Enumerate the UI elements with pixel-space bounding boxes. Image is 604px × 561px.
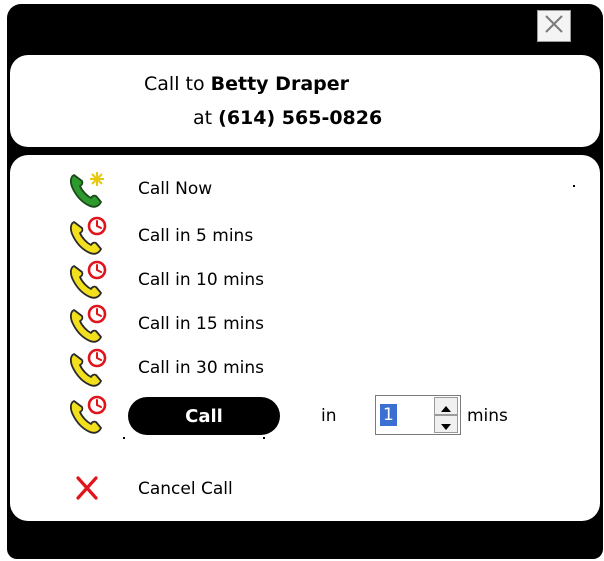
close-button[interactable] xyxy=(537,10,571,42)
call-in-5-label: Call in 5 mins xyxy=(138,226,254,246)
increment-button[interactable] xyxy=(434,397,458,415)
phone-clock-icon xyxy=(68,304,108,344)
caret-down-icon xyxy=(441,415,451,434)
call-options-panel: Call Now Call in 5 mins Call in 10 mins … xyxy=(10,155,600,521)
call-dialog-window: Call to Betty Draper at (614) 565-0826 C… xyxy=(7,4,603,559)
cancel-x-icon xyxy=(68,469,108,509)
call-to-prefix: Call to xyxy=(144,73,205,95)
in-label: in xyxy=(321,406,337,426)
call-in-10-item[interactable]: Call in 10 mins xyxy=(68,260,368,300)
cancel-call-label: Cancel Call xyxy=(138,479,233,499)
call-in-10-label: Call in 10 mins xyxy=(138,270,264,290)
minutes-stepper[interactable]: 1 xyxy=(375,395,461,435)
phone-clock-icon xyxy=(68,348,108,388)
mins-label: mins xyxy=(467,406,508,426)
stray-dot xyxy=(263,437,265,439)
at-prefix: at xyxy=(193,107,213,129)
stray-dot xyxy=(123,437,125,439)
call-to-line: Call to Betty Draper xyxy=(144,73,349,95)
minutes-value[interactable]: 1 xyxy=(380,404,397,426)
call-in-30-item[interactable]: Call in 30 mins xyxy=(68,348,368,388)
contact-name: Betty Draper xyxy=(210,73,349,95)
decrement-button[interactable] xyxy=(434,415,458,433)
cancel-call-item[interactable]: Cancel Call xyxy=(68,469,368,509)
call-in-5-item[interactable]: Call in 5 mins xyxy=(68,216,368,256)
phone-star-icon xyxy=(68,169,108,209)
call-now-item[interactable]: Call Now xyxy=(68,169,368,209)
phone-clock-icon xyxy=(68,260,108,300)
call-info-panel: Call to Betty Draper at (614) 565-0826 xyxy=(10,55,600,147)
call-now-label: Call Now xyxy=(138,179,213,199)
caret-up-icon xyxy=(441,397,451,416)
stray-dot xyxy=(573,185,575,187)
call-in-15-label: Call in 15 mins xyxy=(138,314,264,334)
call-in-15-item[interactable]: Call in 15 mins xyxy=(68,304,368,344)
phone-number: (614) 565-0826 xyxy=(218,107,383,129)
call-in-30-label: Call in 30 mins xyxy=(138,358,264,378)
phone-clock-icon xyxy=(68,216,108,256)
call-button[interactable]: Call xyxy=(128,397,280,435)
phone-clock-icon xyxy=(68,395,108,435)
close-icon xyxy=(543,13,565,39)
phone-line: at (614) 565-0826 xyxy=(193,107,382,129)
